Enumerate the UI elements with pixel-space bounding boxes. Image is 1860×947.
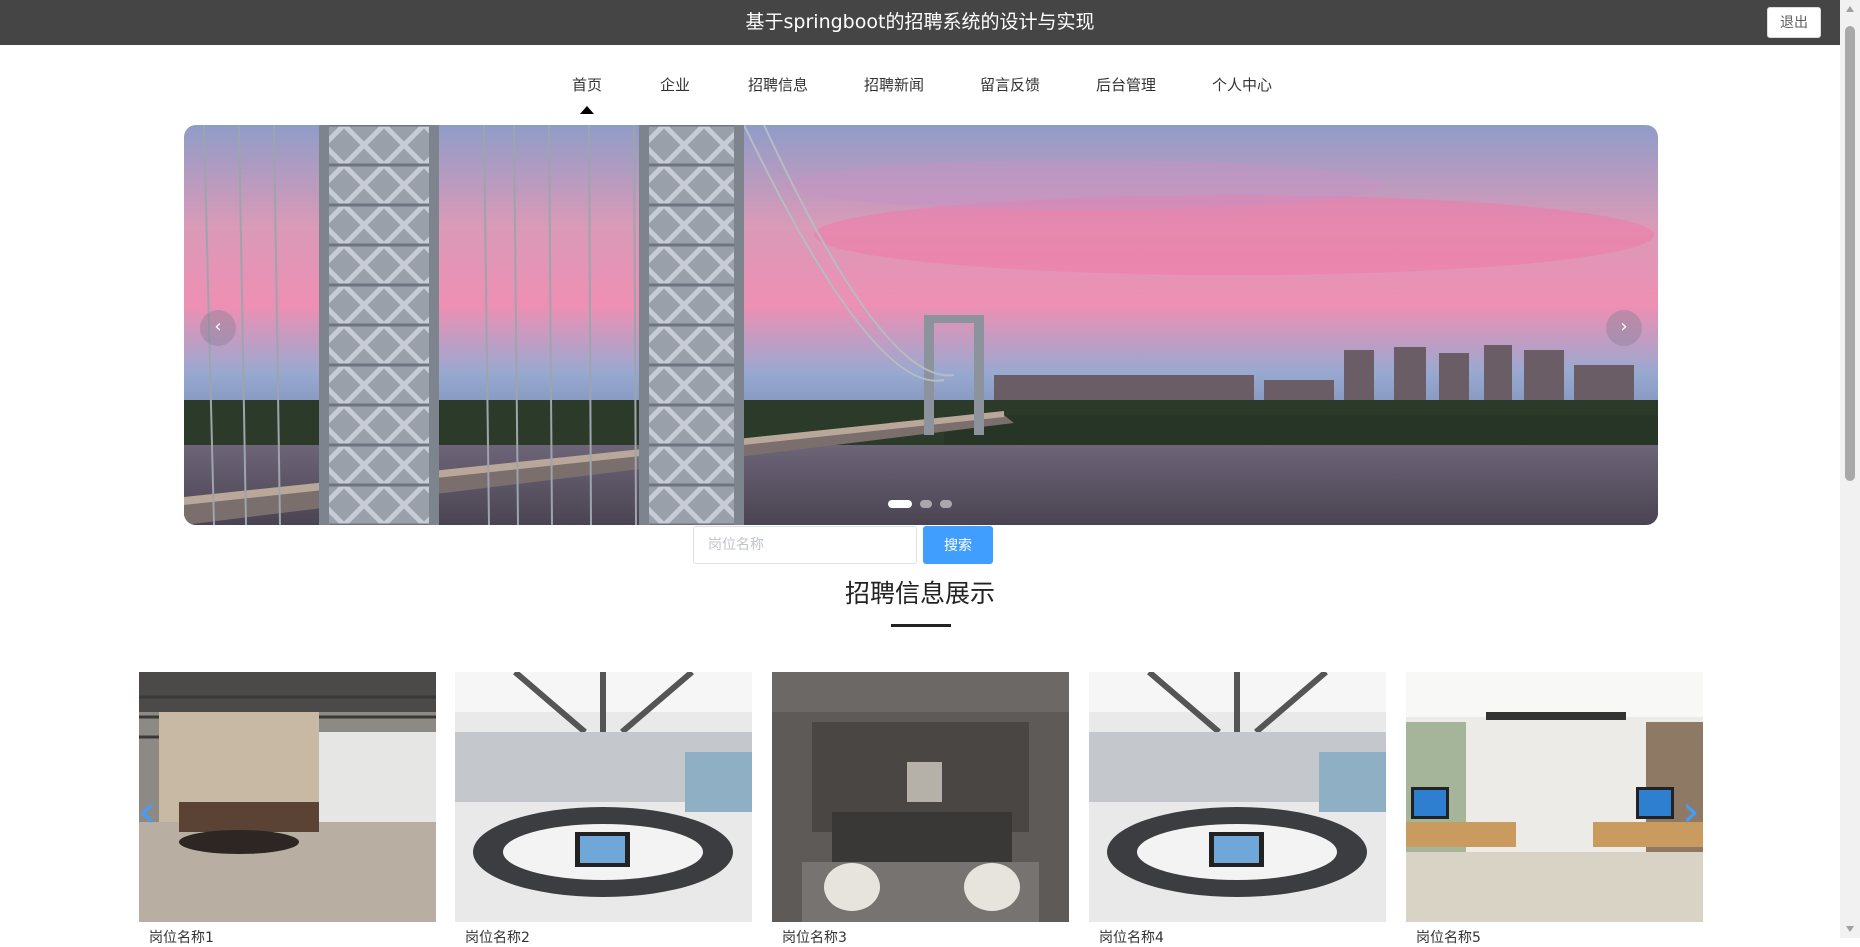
job-card-title: 岗位名称4	[1099, 930, 1164, 946]
page-scrollbar[interactable]	[1840, 0, 1860, 938]
scroll-down-icon[interactable]	[1846, 926, 1854, 932]
job-card-image	[1406, 672, 1703, 922]
carousel-next-button[interactable]: ›	[1606, 310, 1642, 346]
job-cards-carousel: 岗位名称1 岗位名称2 岗位名称3 岗位名称4 岗位名称5	[139, 672, 1703, 946]
nav-item-news[interactable]: 招聘新闻	[864, 70, 924, 100]
nav-active-indicator-icon	[580, 106, 594, 114]
job-card-image	[1089, 672, 1386, 922]
section-divider	[891, 624, 951, 627]
job-card[interactable]: 岗位名称3	[772, 672, 1069, 946]
job-card[interactable]: 岗位名称5	[1406, 672, 1703, 946]
job-card[interactable]: 岗位名称2	[455, 672, 752, 946]
scrollbar-thumb[interactable]	[1845, 26, 1855, 481]
main-nav: 首页 企业 招聘信息 招聘新闻 留言反馈 后台管理 个人中心	[0, 70, 1840, 110]
top-header-bar: 基于springboot的招聘系统的设计与实现 退出	[0, 0, 1840, 45]
carousel-dot-2[interactable]	[920, 500, 932, 508]
job-card-title: 岗位名称1	[149, 930, 214, 946]
cards-prev-arrow-icon[interactable]: ‹	[138, 790, 156, 834]
cards-next-arrow-icon[interactable]: ›	[1682, 790, 1700, 834]
section-title: 招聘信息展示	[844, 579, 995, 608]
job-card-image	[139, 672, 436, 922]
nav-item-home[interactable]: 首页	[572, 70, 602, 100]
site-title: 基于springboot的招聘系统的设计与实现	[745, 11, 1095, 33]
banner-carousel[interactable]	[184, 125, 1658, 525]
carousel-dot-3[interactable]	[940, 500, 952, 508]
job-card-title: 岗位名称3	[782, 930, 847, 946]
nav-item-feedback[interactable]: 留言反馈	[980, 70, 1040, 100]
nav-item-profile[interactable]: 个人中心	[1212, 70, 1272, 100]
job-card-title: 岗位名称2	[465, 930, 530, 946]
banner-image	[184, 125, 1658, 525]
carousel-dot-1[interactable]	[888, 500, 912, 508]
job-card[interactable]: 岗位名称1	[139, 672, 436, 946]
logout-button[interactable]: 退出	[1767, 7, 1821, 38]
nav-item-companies[interactable]: 企业	[660, 70, 690, 100]
job-card-title: 岗位名称5	[1416, 930, 1481, 946]
job-card-image	[455, 672, 752, 922]
job-card-image	[772, 672, 1069, 922]
job-search-input[interactable]	[693, 526, 917, 564]
nav-item-jobs[interactable]: 招聘信息	[748, 70, 808, 100]
search-button[interactable]: 搜索	[923, 526, 993, 564]
scroll-up-icon[interactable]	[1846, 6, 1854, 12]
nav-item-admin[interactable]: 后台管理	[1096, 70, 1156, 100]
job-card[interactable]: 岗位名称4	[1089, 672, 1386, 946]
carousel-prev-button[interactable]: ‹	[200, 310, 236, 346]
